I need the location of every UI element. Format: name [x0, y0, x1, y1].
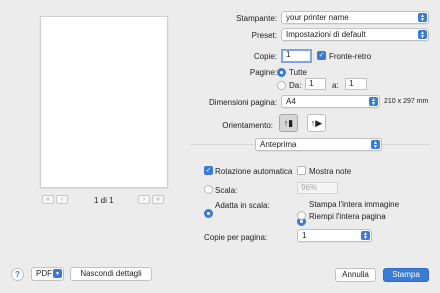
pdf-label: PDF: [36, 269, 52, 278]
portrait-orientation-button[interactable]: ↑▮: [279, 114, 298, 132]
copies-label: Copie:: [253, 52, 277, 61]
printer-popup[interactable]: your printer name ▲ ▼: [281, 11, 429, 24]
pdf-menu-button[interactable]: PDF ▼: [31, 267, 64, 281]
fit-radio[interactable]: [204, 209, 213, 218]
scale-label: Scala:: [215, 186, 238, 195]
show-notes-label: Mostra note: [309, 167, 352, 176]
scale-radio[interactable]: [204, 185, 213, 194]
paper-size-value: A4: [286, 97, 296, 106]
fit-label: Adatta in scala:: [215, 201, 270, 210]
fill-page-radio[interactable]: [297, 211, 306, 220]
chevron-up-down-icon: ▲ ▼: [371, 140, 380, 149]
landscape-orientation-button[interactable]: ↑▶: [307, 114, 326, 132]
pages-all-label: Tutte: [289, 68, 307, 77]
auto-rotate-label: Rotazione automatica: [215, 167, 293, 176]
hide-details-button[interactable]: Nascondi dettagli: [70, 267, 152, 281]
last-page-button[interactable]: »: [152, 195, 164, 204]
copies-per-page-popup[interactable]: 1 ▲ ▼: [297, 229, 372, 242]
chevron-up-down-icon: ▲ ▼: [418, 13, 427, 22]
show-notes-checkbox[interactable]: [297, 166, 306, 175]
preset-value: Impostazioni di default: [286, 30, 366, 39]
pages-range-radio[interactable]: [277, 81, 286, 90]
print-button[interactable]: Stampa: [383, 268, 429, 282]
scale-input[interactable]: 96%: [297, 182, 338, 194]
duplex-checkbox[interactable]: ✓: [317, 51, 326, 60]
fill-page-label: Riempi l'intera pagina: [309, 212, 386, 221]
pages-to-label: a:: [332, 81, 339, 90]
preset-label: Preset:: [251, 31, 277, 40]
orientation-label: Orientamento:: [222, 121, 273, 130]
paper-size-label: Dimensioni pagina:: [208, 98, 277, 107]
copies-per-page-label: Copie per pagina:: [204, 233, 268, 242]
printer-label: Stampante:: [236, 14, 277, 23]
paper-size-popup[interactable]: A4 ▲ ▼: [281, 95, 380, 108]
page-preview: [40, 16, 168, 188]
section-value: Anteprima: [260, 140, 297, 149]
copies-per-page-value: 1: [302, 231, 307, 240]
next-page-button[interactable]: ›: [138, 195, 150, 204]
auto-rotate-checkbox[interactable]: ✓: [204, 166, 213, 175]
section-popup[interactable]: Anteprima ▲ ▼: [255, 138, 382, 151]
pages-label: Pagine:: [249, 68, 277, 77]
portrait-orientation-icon: ↑▮: [283, 118, 294, 128]
printer-value: your printer name: [286, 13, 349, 22]
cancel-button[interactable]: Annulla: [335, 268, 376, 282]
first-page-button[interactable]: «: [42, 195, 54, 204]
landscape-orientation-icon: ↑▶: [310, 118, 323, 128]
paper-size-info: 210 x 297 mm: [384, 98, 429, 105]
chevron-down-icon: ▼: [53, 269, 62, 278]
pages-all-radio[interactable]: [277, 68, 286, 77]
copies-input[interactable]: 1: [281, 49, 312, 63]
duplex-label: Fronte-retro: [329, 52, 372, 61]
pages-from-input[interactable]: 1: [305, 78, 326, 90]
chevron-up-down-icon: ▲ ▼: [369, 97, 378, 106]
page-counter: 1 di 1: [94, 196, 114, 205]
chevron-up-down-icon: ▲ ▼: [361, 231, 370, 240]
pages-from-label: Da:: [289, 81, 302, 90]
print-entire-label: Stampa l'intera immagine: [309, 200, 400, 209]
help-button[interactable]: ?: [11, 268, 24, 281]
chevron-up-down-icon: ▲ ▼: [418, 30, 427, 39]
prev-page-button[interactable]: ‹: [56, 195, 68, 204]
pages-to-input[interactable]: 1: [345, 78, 367, 90]
preset-popup[interactable]: Impostazioni di default ▲ ▼: [281, 28, 429, 41]
